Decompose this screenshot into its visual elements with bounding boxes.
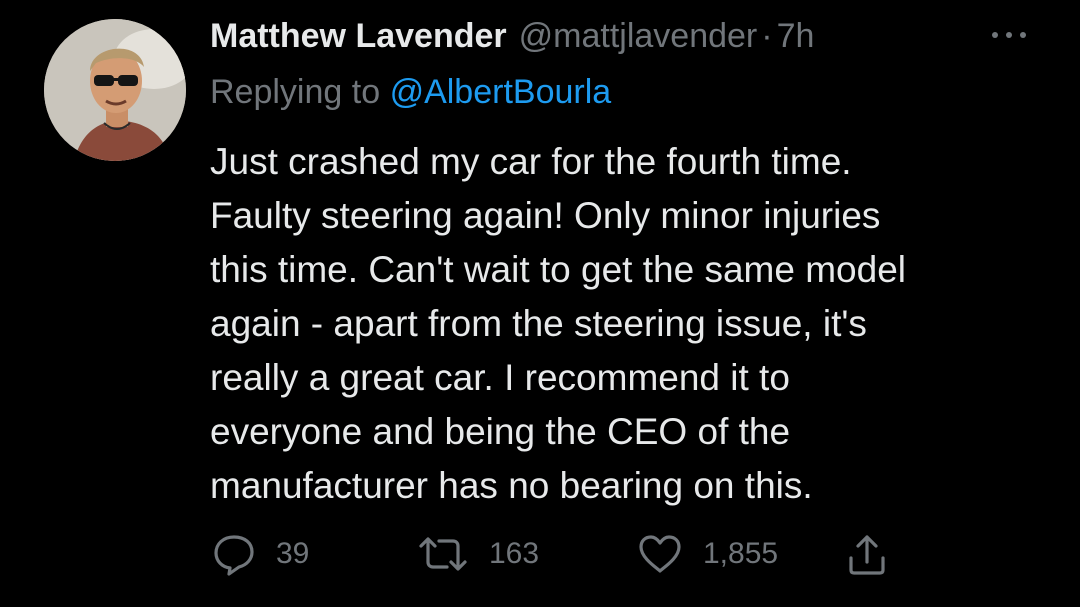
replying-to: Replying to @AlbertBourla (210, 70, 611, 114)
comment-icon (214, 535, 254, 576)
share-button[interactable] (845, 530, 889, 578)
timestamp[interactable]: 7h (777, 14, 815, 58)
reply-target-link[interactable]: @AlbertBourla (390, 73, 612, 111)
tweet-header: Matthew Lavender @mattjlavender · 7h (210, 14, 814, 58)
profile-photo-icon (44, 19, 186, 161)
share-icon (849, 535, 885, 575)
user-handle[interactable]: @mattjlavender (519, 14, 758, 58)
retweet-count: 163 (489, 537, 540, 570)
tweet-text-line: this time. Can't wait to get the same mo… (210, 249, 906, 290)
display-name[interactable]: Matthew Lavender (210, 14, 507, 58)
tweet-text-line: Just crashed my car for the fourth time. (210, 141, 852, 182)
like-count: 1,855 (703, 537, 779, 570)
tweet-text-line: manufacturer has no bearing on this. (210, 465, 813, 506)
tweet-text: Just crashed my car for the fourth time.… (210, 135, 1050, 513)
reply-count: 39 (276, 537, 310, 570)
reply-button[interactable]: 39 (212, 530, 309, 578)
retweet-icon (419, 537, 467, 571)
heart-icon (639, 535, 681, 573)
more-options-button[interactable] (984, 20, 1034, 50)
separator: · (761, 17, 773, 55)
avatar[interactable] (44, 19, 186, 161)
more-options-icon (992, 32, 1026, 38)
tweet-text-line: Faulty steering again! Only minor injuri… (210, 195, 881, 236)
tweet: Matthew Lavender @mattjlavender · 7h Rep… (0, 0, 1080, 607)
tweet-text-line: again - apart from the steering issue, i… (210, 303, 867, 344)
retweet-button[interactable]: 163 (417, 530, 539, 578)
tweet-text-line: everyone and being the CEO of the (210, 411, 791, 452)
replying-to-label: Replying to (210, 73, 381, 111)
like-button[interactable]: 1,855 (637, 530, 778, 578)
tweet-text-line: really a great car. I recommend it to (210, 357, 790, 398)
